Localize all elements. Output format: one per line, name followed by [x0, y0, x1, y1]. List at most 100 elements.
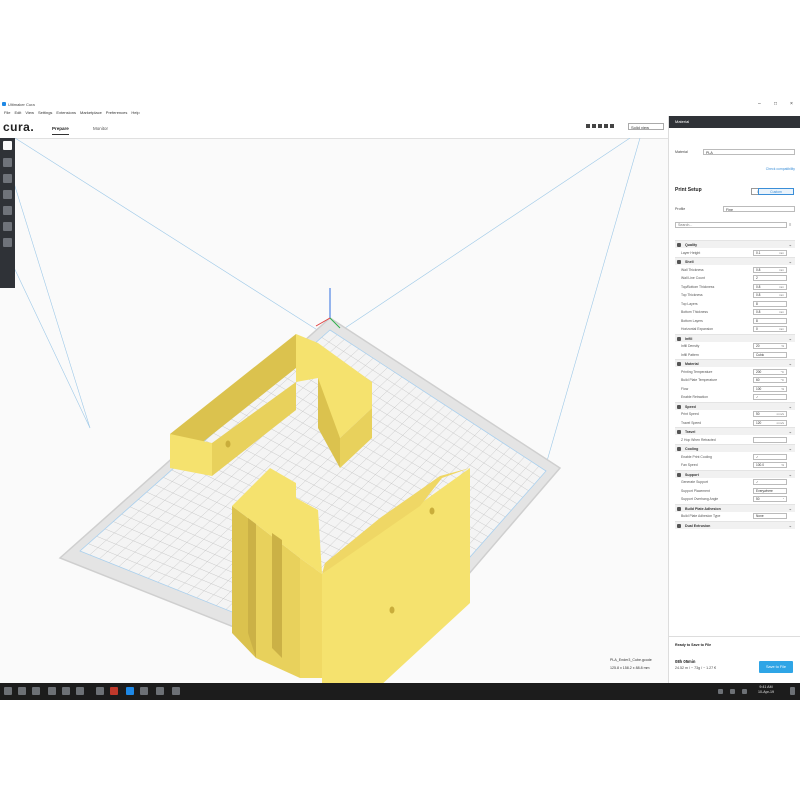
material-label: Material	[675, 150, 688, 154]
per-model-settings-icon[interactable]	[3, 222, 12, 231]
setting-label: Build Plate Adhesion Type	[681, 514, 721, 518]
setting-value-field[interactable]: 20%	[753, 343, 787, 349]
tab-prepare[interactable]: Prepare	[52, 126, 69, 135]
move-tool-icon[interactable]	[3, 158, 12, 167]
minimize-button[interactable]: –	[758, 101, 761, 107]
print-summary: Ready to Save to File 08h 05min 24.52 m …	[669, 636, 800, 684]
tray-up-icon[interactable]	[718, 689, 723, 694]
app-icon-4[interactable]	[140, 687, 148, 695]
setting-row: Enable Retraction ✓	[675, 393, 795, 401]
object-info: PLA_Ender3_Cube.gcode 125.8 x 158.2 x 88…	[610, 658, 652, 670]
custom-mode-button[interactable]: Custom	[758, 188, 794, 195]
settings-category-8[interactable]: Build Plate Adhesion ⌄	[675, 503, 795, 512]
top-view-icon[interactable]	[598, 124, 602, 128]
menu-preferences[interactable]: Preferences	[106, 110, 128, 115]
setting-value-field[interactable]: ✓	[753, 453, 787, 460]
settings-category-1[interactable]: Shell ⌄	[675, 257, 795, 265]
setting-value-field[interactable]: 8	[753, 317, 787, 324]
material-select[interactable]: PLA	[703, 149, 795, 155]
setting-value-field[interactable]: 100%	[753, 385, 787, 392]
scale-tool-icon[interactable]	[3, 174, 12, 183]
notifications-icon[interactable]	[790, 687, 795, 695]
mirror-tool-icon[interactable]	[3, 206, 12, 215]
settings-category-5[interactable]: Travel ⌄	[675, 427, 795, 435]
settings-menu-icon[interactable]: ≡	[789, 222, 791, 227]
rotate-tool-icon[interactable]	[3, 190, 12, 199]
build-plate-viewport[interactable]	[0, 137, 668, 700]
setting-label: Layer Height	[681, 250, 701, 255]
menu-help[interactable]: Help	[131, 110, 139, 115]
setting-label: Support Placement	[681, 488, 710, 493]
menu-extensions[interactable]: Extensions	[56, 110, 76, 115]
menu-settings[interactable]: Settings	[38, 110, 52, 115]
menu-edit[interactable]: Edit	[14, 110, 21, 115]
front-view-icon[interactable]	[592, 124, 596, 128]
left-view-icon[interactable]	[604, 124, 608, 128]
settings-category-4[interactable]: Speed ⌄	[675, 401, 795, 410]
setting-value-field[interactable]: 2	[753, 275, 787, 281]
title-bar: Ultimaker Cura – □ ×	[0, 100, 800, 109]
settings-category-3[interactable]: Material ⌄	[675, 359, 795, 367]
setting-value-field[interactable]: 120 mm/s	[753, 419, 787, 426]
search-icon[interactable]	[18, 687, 26, 695]
category-icon	[677, 447, 681, 451]
network-icon[interactable]	[730, 689, 735, 694]
volume-icon[interactable]	[742, 689, 747, 694]
task-view-icon[interactable]	[32, 687, 40, 695]
chevron-down-icon: ⌄	[788, 522, 792, 528]
setting-value-field[interactable]: ✓	[753, 394, 787, 400]
check-compatibility-link[interactable]: Check compatibility	[766, 167, 795, 171]
setting-value-field[interactable]: 200 °C	[753, 368, 787, 375]
taskbar-clock[interactable]: 9:41 AM 10-Apr-19	[758, 685, 774, 695]
menu-view[interactable]: View	[25, 110, 34, 115]
start-icon[interactable]	[4, 687, 12, 695]
setting-value-field[interactable]: 0 mm	[753, 326, 787, 332]
setting-value-field[interactable]	[753, 436, 787, 443]
setting-value-field[interactable]: 60 °C	[753, 377, 787, 383]
setting-value-field[interactable]: 50 °	[753, 496, 787, 502]
setting-value-field[interactable]: 8	[753, 300, 787, 307]
explorer-icon[interactable]	[48, 687, 56, 695]
setting-value-field[interactable]: 50 mm/s	[753, 411, 787, 417]
open-file-icon[interactable]	[3, 141, 12, 150]
setting-value-field[interactable]: 0.1 mm	[753, 249, 787, 256]
maximize-button[interactable]: □	[774, 101, 777, 107]
settings-category-9[interactable]: Dual Extrusion ⌄	[675, 520, 795, 529]
app-icon-1[interactable]	[76, 687, 84, 695]
setting-value-field[interactable]: Everywhere	[753, 487, 787, 494]
close-button[interactable]: ×	[790, 101, 793, 107]
category-icon	[677, 506, 681, 511]
app-icon-6[interactable]	[172, 687, 180, 695]
setting-row: Infill Pattern Cubic	[675, 351, 795, 359]
setting-value-field[interactable]: 100.0%	[753, 462, 787, 468]
menu-file[interactable]: File	[4, 110, 10, 115]
settings-category-0[interactable]: Quality ⌄	[675, 240, 795, 248]
view-mode-select[interactable]: Solid view	[628, 123, 664, 130]
settings-category-6[interactable]: Cooling ⌄	[675, 444, 795, 452]
setting-row: Build Plate Adhesion Type None	[675, 512, 795, 520]
chrome-icon[interactable]	[62, 687, 70, 695]
setting-value-field[interactable]: ✓	[753, 479, 787, 485]
app-icon-5[interactable]	[156, 687, 164, 695]
3d-view-icon[interactable]	[586, 124, 590, 128]
menu-marketplace[interactable]: Marketplace	[80, 110, 102, 115]
setting-value-field[interactable]: 0.8 mm	[753, 309, 787, 315]
app-icon-3[interactable]	[110, 687, 118, 695]
cura-taskbar-icon[interactable]	[126, 687, 134, 695]
profile-select[interactable]: Fine	[723, 206, 795, 212]
tab-monitor[interactable]: Monitor	[93, 126, 108, 131]
save-to-file-button[interactable]: Save to File	[759, 661, 793, 673]
setting-value-field[interactable]: None	[753, 513, 787, 519]
settings-search-input[interactable]	[675, 222, 787, 228]
stage-header: cura. Prepare Monitor Solid view	[0, 116, 668, 139]
setting-value-field[interactable]: Cubic	[753, 351, 787, 358]
setting-value-field[interactable]: 0.8 mm	[753, 292, 787, 298]
app-icon-2[interactable]	[96, 687, 104, 695]
setting-value-field[interactable]: 0.8 mm	[753, 283, 787, 290]
object-name: PLA_Ender3_Cube.gcode	[610, 658, 652, 662]
settings-category-7[interactable]: Support ⌄	[675, 469, 795, 478]
setting-value-field[interactable]: 0.8 mm	[753, 266, 787, 273]
right-view-icon[interactable]	[610, 124, 614, 128]
settings-category-2[interactable]: Infill ⌄	[675, 333, 795, 342]
support-blocker-icon[interactable]	[3, 238, 12, 247]
